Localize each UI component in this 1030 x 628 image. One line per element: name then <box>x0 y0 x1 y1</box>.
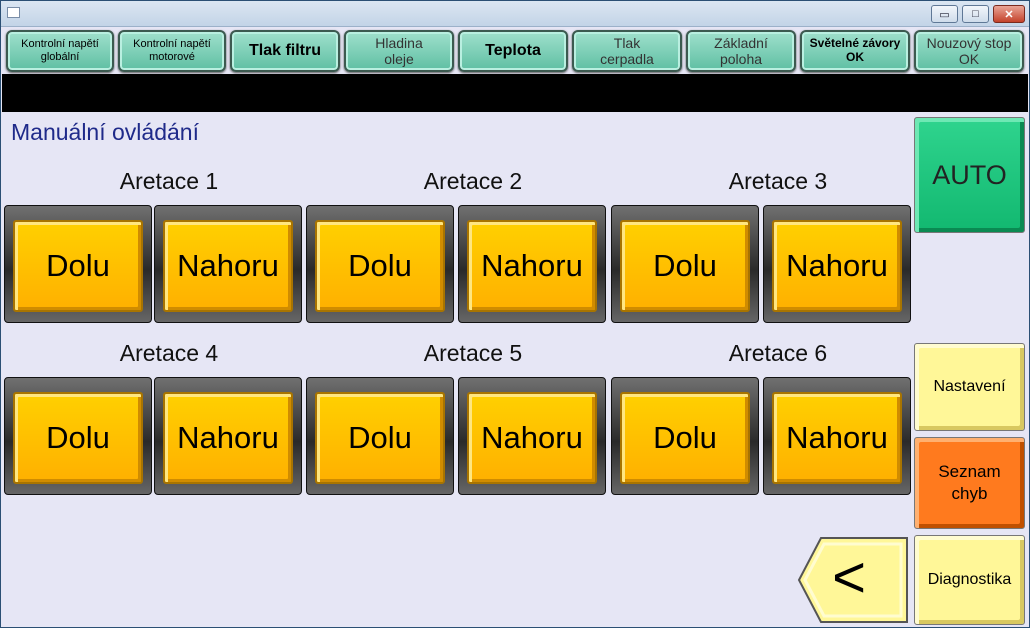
status-label-line1: Tlak <box>613 34 641 51</box>
status-filter-pressure[interactable]: Tlak filtru <box>230 30 340 72</box>
status-oil-level[interactable]: Hladina oleje <box>344 30 454 72</box>
button-frame: Dolu <box>306 205 454 323</box>
aretace-5-down-button[interactable]: Dolu <box>315 392 445 484</box>
close-button[interactable]: ✕ <box>993 5 1025 23</box>
group-label-aretace-6: Aretace 6 <box>728 340 828 366</box>
status-label-line2: motorové <box>149 51 195 63</box>
group-label-aretace-2: Aretace 2 <box>423 168 523 194</box>
settings-button[interactable]: Nastavení <box>914 343 1025 431</box>
status-toolbar: Kontrolní napětí globální Kontrolní napět… <box>2 28 1028 74</box>
status-temperature[interactable]: Teplota <box>458 30 568 72</box>
button-frame: Dolu <box>611 377 759 495</box>
status-label-line2: poloha <box>719 51 763 67</box>
auto-mode-button[interactable]: AUTO <box>914 117 1025 233</box>
back-button[interactable]: < <box>797 535 909 625</box>
aretace-4-down-button[interactable]: Dolu <box>13 392 143 484</box>
status-label-line1: Nouzový stop <box>926 34 1012 51</box>
aretace-3-up-button[interactable]: Nahoru <box>772 220 902 312</box>
minimize-button[interactable]: ▭ <box>931 5 958 23</box>
aretace-5-up-button[interactable]: Nahoru <box>467 392 597 484</box>
aretace-2-down-button[interactable]: Dolu <box>315 220 445 312</box>
aretace-4-up-button[interactable]: Nahoru <box>163 392 293 484</box>
error-list-label-line1: Seznam <box>938 461 1001 481</box>
group-label-aretace-5: Aretace 5 <box>423 340 523 366</box>
back-arrow-icon: < <box>797 537 908 623</box>
status-label-line2: cerpadla <box>600 51 654 67</box>
status-label-line1: Světelné závory <box>809 36 901 51</box>
button-frame: Dolu <box>4 377 152 495</box>
status-light-curtain[interactable]: Světelné závory OK <box>800 30 910 72</box>
status-pump-pressure[interactable]: Tlak cerpadla <box>572 30 682 72</box>
status-label-line2: OK <box>846 50 864 64</box>
aretace-3-down-button[interactable]: Dolu <box>620 220 750 312</box>
button-frame: Dolu <box>611 205 759 323</box>
app-window: ▭ □ ✕ Kontrolní napětí globální Kontrolní… <box>0 0 1030 628</box>
button-frame: Dolu <box>4 205 152 323</box>
status-label-line1: Teplota <box>485 41 541 59</box>
maximize-button[interactable]: □ <box>962 5 989 23</box>
diagnostics-button[interactable]: Diagnostika <box>914 535 1025 625</box>
group-label-aretace-1: Aretace 1 <box>119 168 219 194</box>
status-label-line1: Tlak filtru <box>248 41 321 59</box>
aretace-6-up-button[interactable]: Nahoru <box>772 392 902 484</box>
status-label-line1: Hladina <box>375 34 423 51</box>
status-label-line1: Kontrolní napětí <box>21 38 99 51</box>
error-list-label-line2: chyb <box>951 484 988 503</box>
back-label: < <box>832 545 866 610</box>
button-frame: Nahoru <box>458 377 606 495</box>
button-frame: Nahoru <box>154 377 302 495</box>
status-label-line2: globální <box>40 51 80 63</box>
status-label-line1: Kontrolní napětí <box>133 38 211 51</box>
group-label-aretace-4: Aretace 4 <box>119 340 219 366</box>
aretace-1-down-button[interactable]: Dolu <box>13 220 143 312</box>
button-frame: Nahoru <box>154 205 302 323</box>
status-motor-voltage[interactable]: Kontrolní napětí motorové <box>118 30 226 72</box>
app-icon <box>7 7 20 18</box>
group-label-aretace-3: Aretace 3 <box>728 168 828 194</box>
button-frame: Dolu <box>306 377 454 495</box>
title-bar: ▭ □ ✕ <box>1 1 1029 27</box>
status-emergency-stop[interactable]: Nouzový stop OK <box>914 30 1024 72</box>
button-frame: Nahoru <box>763 377 911 495</box>
button-frame: Nahoru <box>763 205 911 323</box>
status-global-voltage[interactable]: Kontrolní napětí globální <box>6 30 114 72</box>
message-bar <box>2 74 1028 112</box>
status-label-line2: OK <box>958 51 980 67</box>
page-title: Manuální ovládání <box>11 119 199 145</box>
error-list-button[interactable]: Seznam chyb <box>914 437 1025 529</box>
aretace-2-up-button[interactable]: Nahoru <box>467 220 597 312</box>
aretace-1-up-button[interactable]: Nahoru <box>163 220 293 312</box>
status-label-line1: Základní <box>714 34 768 51</box>
aretace-6-down-button[interactable]: Dolu <box>620 392 750 484</box>
button-frame: Nahoru <box>458 205 606 323</box>
status-home-position[interactable]: Základní poloha <box>686 30 796 72</box>
status-label-line2: oleje <box>384 51 414 67</box>
